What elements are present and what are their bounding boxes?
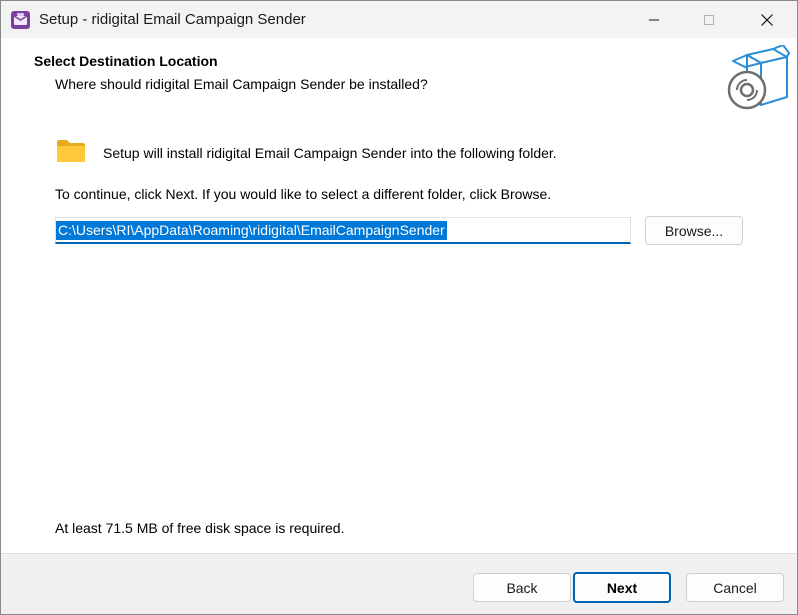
page-subtitle: Where should ridigital Email Campaign Se… bbox=[55, 76, 428, 92]
close-icon bbox=[761, 13, 773, 26]
close-button[interactable] bbox=[744, 1, 790, 38]
folder-icon bbox=[57, 140, 85, 162]
minimize-icon bbox=[649, 19, 659, 20]
back-button[interactable]: Back bbox=[473, 573, 571, 602]
continue-instructions: To continue, click Next. If you would li… bbox=[55, 186, 552, 202]
disk-space-text: At least 71.5 MB of free disk space is r… bbox=[55, 520, 345, 536]
minimize-button[interactable] bbox=[631, 1, 677, 38]
setup-window: Setup - ridigital Email Campaign Sender … bbox=[0, 0, 798, 615]
destination-path-input[interactable]: C:\Users\RI\AppData\Roaming\ridigital\Em… bbox=[55, 217, 631, 244]
install-info-text: Setup will install ridigital Email Campa… bbox=[103, 145, 557, 161]
footer-bar: Back Next Cancel bbox=[1, 553, 797, 614]
title-bar[interactable]: Setup - ridigital Email Campaign Sender bbox=[1, 1, 797, 38]
maximize-button[interactable] bbox=[686, 1, 732, 38]
maximize-icon bbox=[704, 14, 714, 25]
browse-button[interactable]: Browse... bbox=[645, 216, 743, 245]
destination-path-value: C:\Users\RI\AppData\Roaming\ridigital\Em… bbox=[56, 221, 447, 240]
installer-app-icon bbox=[11, 11, 30, 29]
window-title: Setup - ridigital Email Campaign Sender bbox=[39, 11, 306, 28]
next-button[interactable]: Next bbox=[573, 572, 671, 603]
cancel-button[interactable]: Cancel bbox=[686, 573, 784, 602]
software-box-cd-icon bbox=[727, 45, 790, 110]
page-title: Select Destination Location bbox=[34, 53, 218, 69]
